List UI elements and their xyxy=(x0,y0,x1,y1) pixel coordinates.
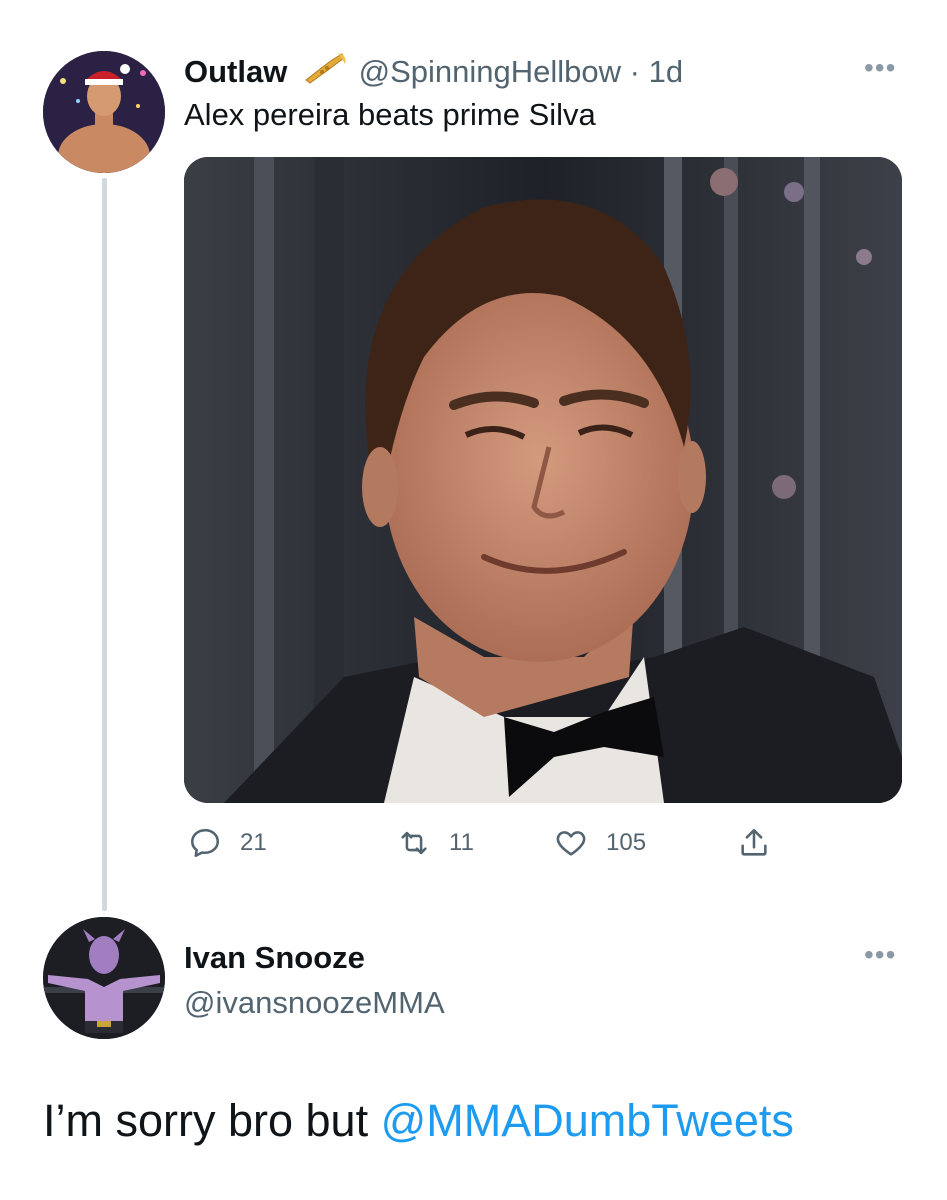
separator: · xyxy=(629,54,640,89)
tweet-actions: 21 11 105 xyxy=(184,818,804,868)
reply-text: I’m sorry bro but @MMADumbTweets xyxy=(43,1095,794,1147)
retweet-count: 11 xyxy=(449,829,474,856)
trumpet-icon xyxy=(302,52,348,94)
reply-author-name-line: Ivan Snooze xyxy=(184,940,365,976)
author-name[interactable]: Outlaw xyxy=(184,54,287,89)
share-button[interactable] xyxy=(737,818,771,868)
tweet-header: Outlaw @SpinningHellbow · 1d xyxy=(184,52,683,94)
like-count: 105 xyxy=(606,829,647,856)
reply-button[interactable]: 21 xyxy=(188,818,267,868)
reply-author-name[interactable]: Ivan Snooze xyxy=(184,940,365,975)
retweet-button[interactable]: 11 xyxy=(397,818,474,868)
reply-mention-link[interactable]: @MMADumbTweets xyxy=(381,1095,794,1146)
reply-text-body: I’m sorry bro but xyxy=(43,1095,381,1146)
reply-icon xyxy=(190,828,220,858)
reply-author-handle[interactable]: @ivansnoozeMMA xyxy=(184,985,445,1020)
reply-count: 21 xyxy=(240,829,267,856)
more-options-icon[interactable]: ••• xyxy=(864,54,896,82)
reply-author-handle-line: @ivansnoozeMMA xyxy=(184,985,445,1021)
avatar-photo xyxy=(43,51,165,173)
avatar-outlaw[interactable] xyxy=(43,51,165,173)
like-button[interactable]: 105 xyxy=(554,818,646,868)
tweet-text: Alex pereira beats prime Silva xyxy=(184,97,596,132)
share-icon xyxy=(741,828,767,856)
reply-more-options-icon[interactable]: ••• xyxy=(864,941,896,969)
tweet-media-image[interactable] xyxy=(184,157,902,803)
author-handle[interactable]: @SpinningHellbow xyxy=(359,54,621,89)
avatar-photo xyxy=(43,917,165,1039)
retweet-icon xyxy=(401,831,427,855)
media-illustration xyxy=(184,157,902,803)
tweet-time[interactable]: 1d xyxy=(649,54,683,89)
heart-icon xyxy=(556,831,586,856)
thread-line xyxy=(102,178,107,911)
avatar-ivan-snooze[interactable] xyxy=(43,917,165,1039)
